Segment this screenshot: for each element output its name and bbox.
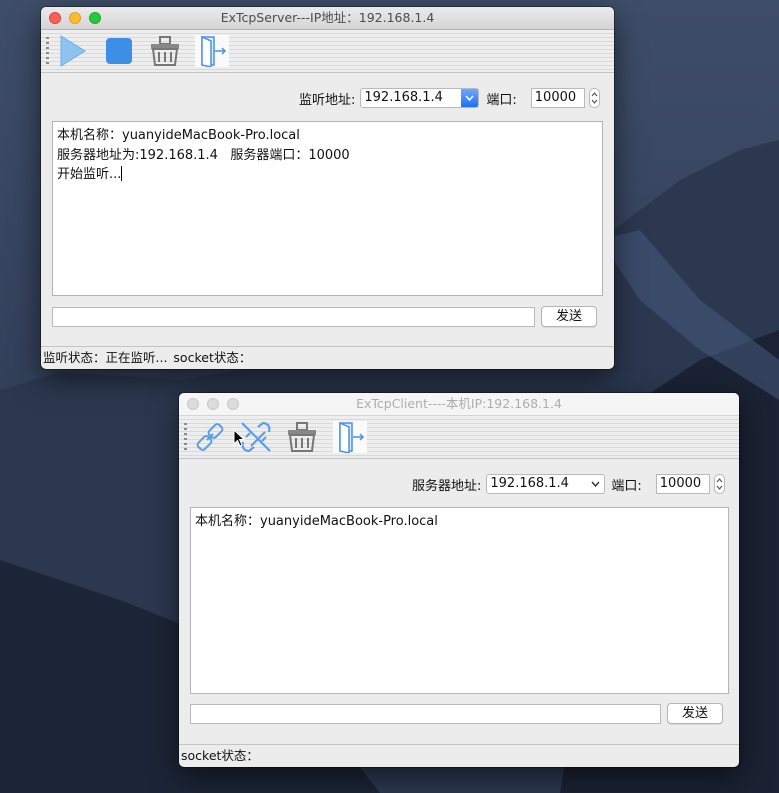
log-line: 本机名称：yuanyideMacBook-Pro.local <box>57 128 300 143</box>
toolbar-grip[interactable] <box>184 423 187 451</box>
server-titlebar: ExTcpServer---IP地址：192.168.1.4 <box>41 7 614 30</box>
connect-icon <box>196 423 224 451</box>
client-titlebar: ExTcpClient----本机IP:192.168.1.4 <box>179 393 739 416</box>
clear-basket-icon <box>288 422 316 452</box>
port-input[interactable]: 10000 <box>655 474 710 494</box>
close-button[interactable] <box>49 12 61 24</box>
chevron-down-icon <box>465 95 474 101</box>
listen-address-label: 监听地址: <box>299 92 356 108</box>
server-toolbar <box>41 30 614 73</box>
port-label: 端口: <box>611 478 642 494</box>
chevron-down-icon <box>591 481 600 487</box>
clear-log-button[interactable] <box>285 421 319 453</box>
minimize-button[interactable] <box>207 398 219 410</box>
listen-address-value: 192.168.1.4 <box>364 90 443 105</box>
toolbar-grip[interactable] <box>46 37 49 65</box>
listen-status: 监听状态：正在监听... <box>43 350 168 365</box>
server-send-input[interactable] <box>52 307 535 327</box>
stepper-arrows-icon <box>716 478 723 490</box>
client-send-button[interactable]: 发送 <box>667 703 723 724</box>
zoom-button[interactable] <box>227 398 239 410</box>
log-line: 开始监听... <box>57 167 122 182</box>
clear-log-button[interactable] <box>148 35 182 67</box>
socket-status: socket状态： <box>173 350 252 365</box>
log-line: 本机名称：yuanyideMacBook-Pro.local <box>195 514 438 529</box>
server-window: ExTcpServer---IP地址：192.168.1.4 监听地址: 192… <box>41 7 614 369</box>
client-log-textarea[interactable]: 本机名称：yuanyideMacBook-Pro.local <box>190 507 729 694</box>
mouse-pointer-icon <box>233 429 246 447</box>
exit-button[interactable] <box>333 421 367 453</box>
play-icon <box>60 35 86 67</box>
client-send-input[interactable] <box>190 704 661 724</box>
connect-button[interactable] <box>193 421 227 453</box>
log-line: 服务器地址为:192.168.1.4 服务器端口：10000 <box>57 147 350 163</box>
stop-icon <box>106 38 132 64</box>
start-listen-button[interactable] <box>56 35 90 67</box>
stop-listen-button[interactable] <box>102 35 136 67</box>
combo-arrow-button[interactable] <box>461 89 479 107</box>
socket-status: socket状态： <box>181 748 259 763</box>
zoom-button[interactable] <box>89 12 101 24</box>
exit-door-icon <box>201 35 227 67</box>
combo-arrow-button[interactable] <box>587 475 604 493</box>
client-toolbar <box>179 416 739 459</box>
port-stepper[interactable] <box>588 88 600 108</box>
minimize-button[interactable] <box>69 12 81 24</box>
text-caret <box>121 166 123 181</box>
port-input[interactable]: 10000 <box>530 88 585 108</box>
port-stepper[interactable] <box>713 474 725 494</box>
server-address-value: 192.168.1.4 <box>490 476 569 491</box>
close-button[interactable] <box>187 398 199 410</box>
listen-address-combo[interactable]: 192.168.1.4 <box>360 88 480 108</box>
client-window: ExTcpClient----本机IP:192.168.1.4 服务器地址: 1… <box>179 393 739 767</box>
exit-button[interactable] <box>195 35 229 67</box>
client-window-title: ExTcpClient----本机IP:192.168.1.4 <box>356 396 562 411</box>
server-address-combo[interactable]: 192.168.1.4 <box>486 474 606 494</box>
clear-basket-icon <box>151 36 179 66</box>
stepper-arrows-icon <box>591 92 598 104</box>
server-window-title: ExTcpServer---IP地址：192.168.1.4 <box>220 10 435 25</box>
server-log-textarea[interactable]: 本机名称：yuanyideMacBook-Pro.local 服务器地址为:19… <box>52 121 603 296</box>
server-send-button[interactable]: 发送 <box>541 306 597 327</box>
client-statusbar: socket状态： <box>179 744 739 767</box>
exit-door-icon <box>339 421 365 453</box>
server-address-label: 服务器地址: <box>412 478 482 494</box>
port-label: 端口: <box>486 92 517 108</box>
server-statusbar: 监听状态：正在监听... socket状态： <box>41 346 614 369</box>
